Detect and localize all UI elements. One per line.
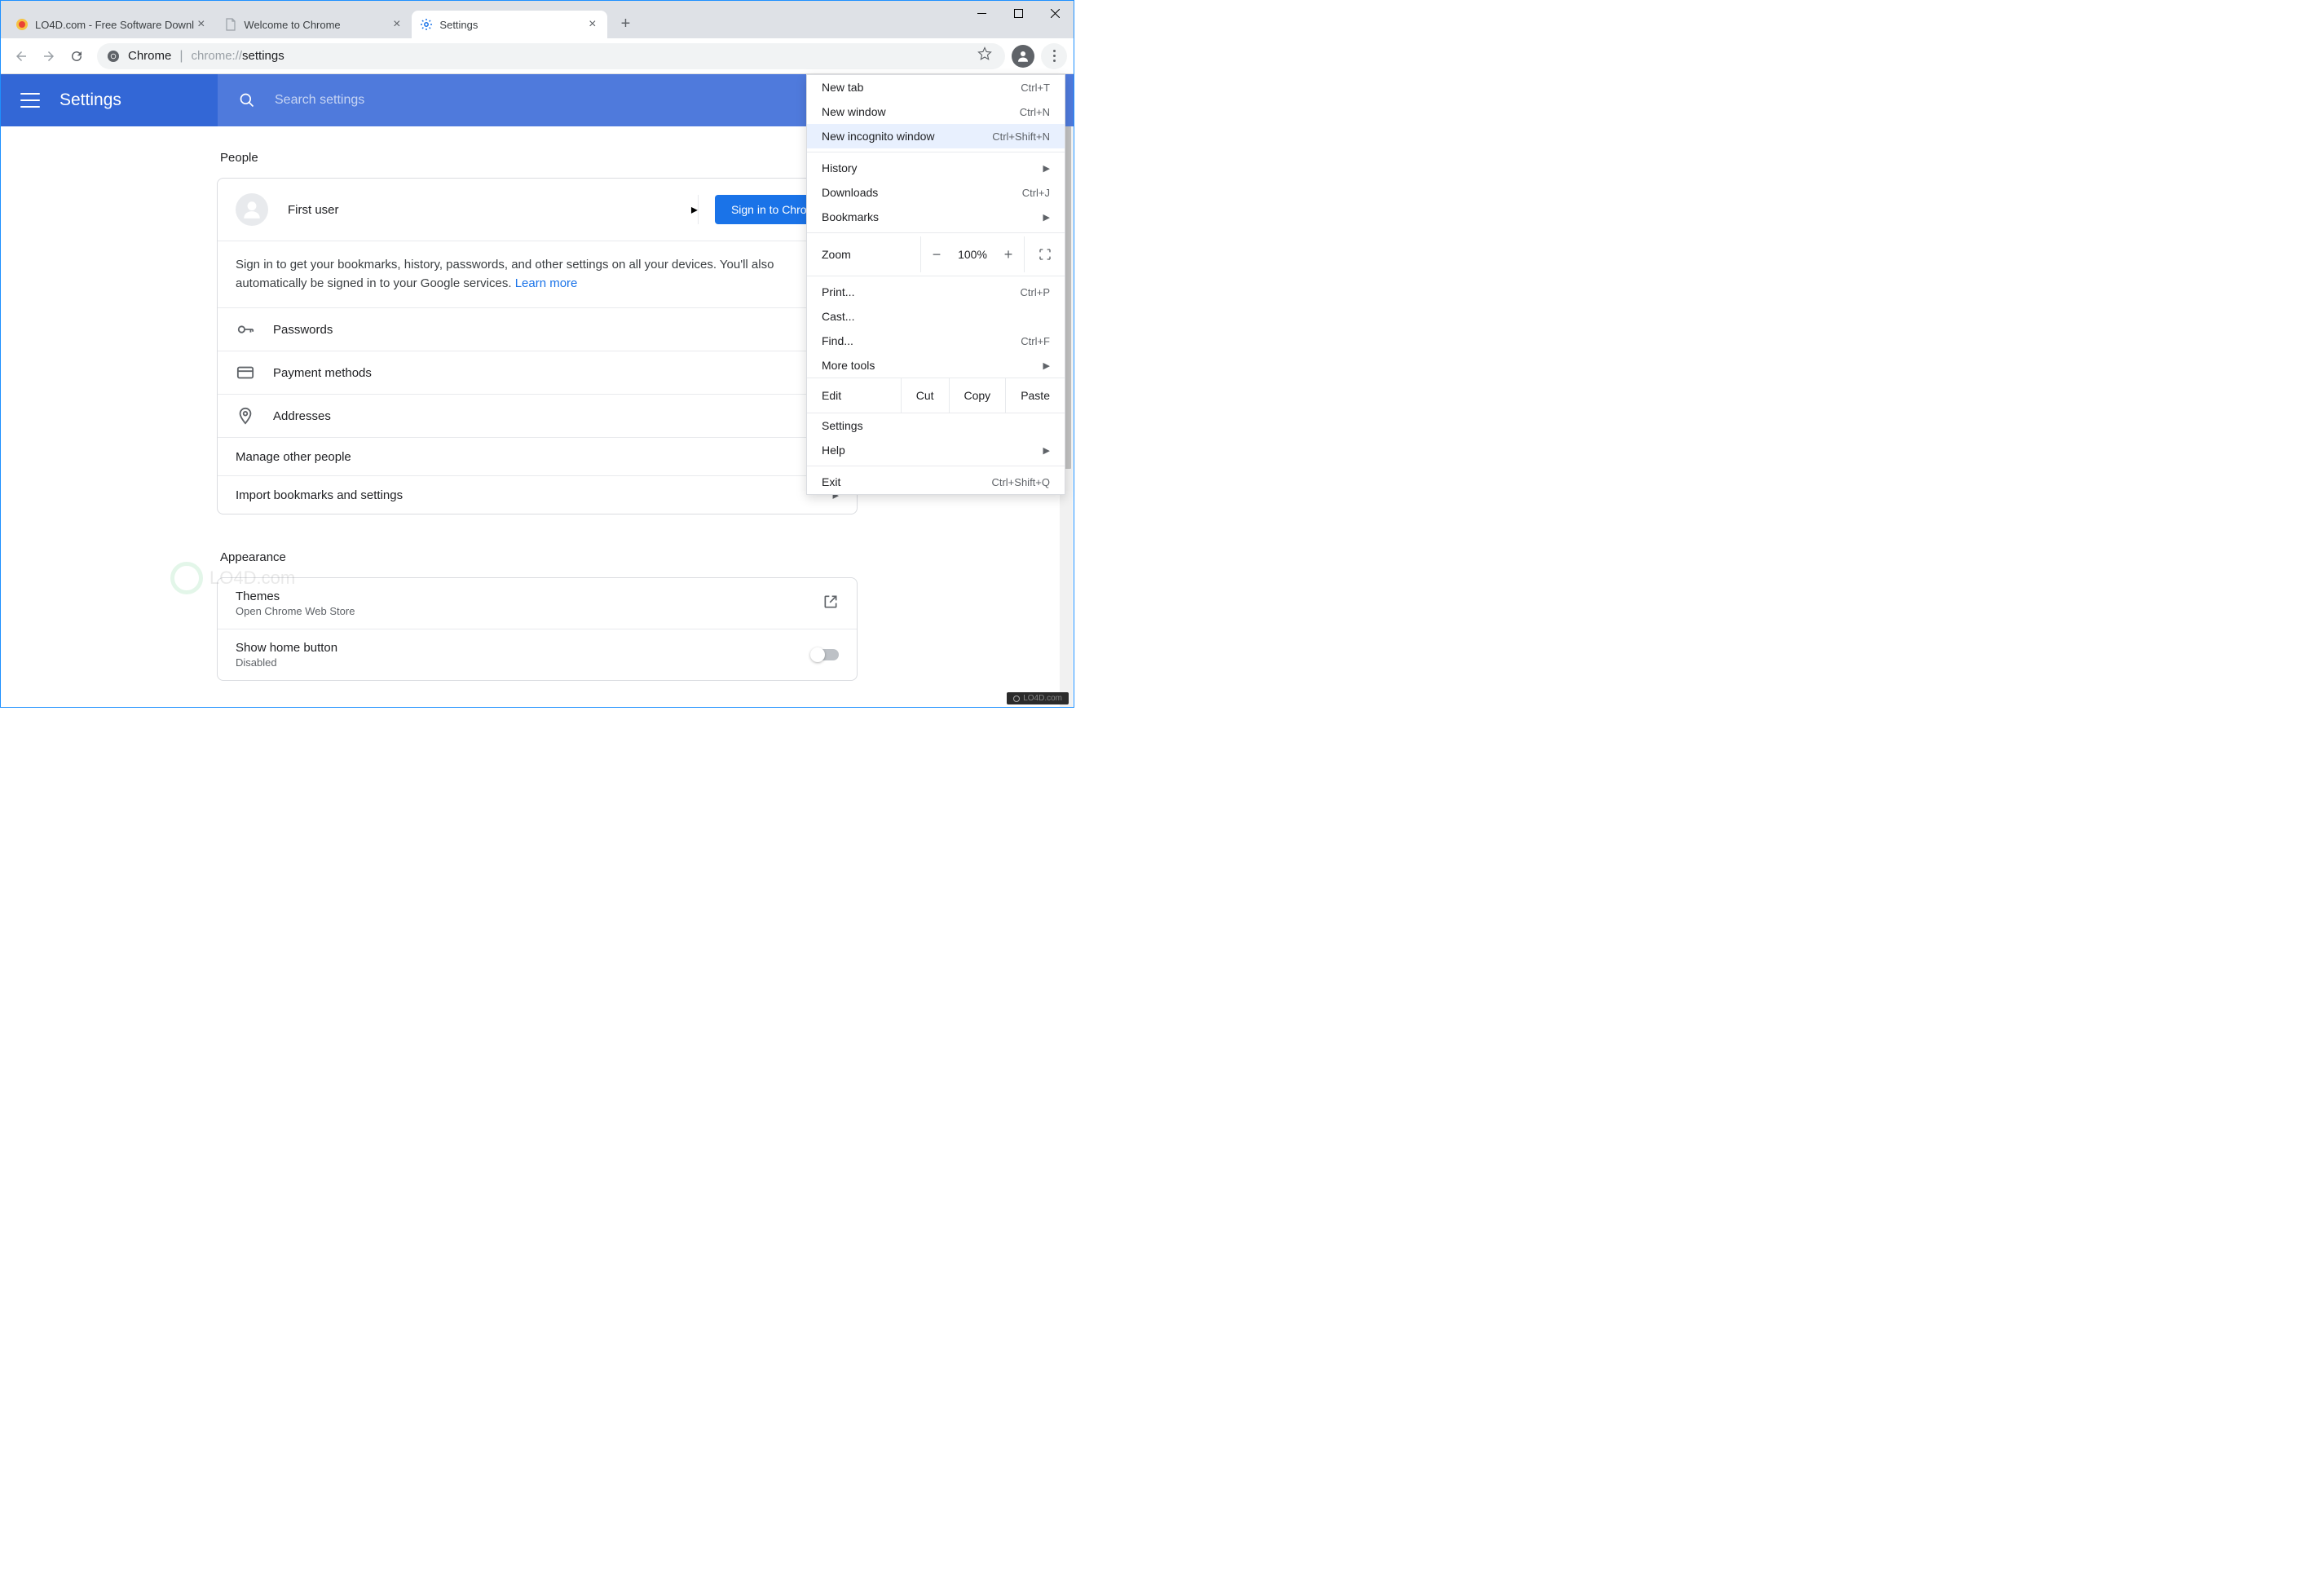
passwords-row[interactable]: Passwords ▸: [218, 307, 857, 351]
signin-description: Sign in to get your bookmarks, history, …: [218, 241, 857, 307]
avatar-icon: [236, 193, 268, 226]
lo4d-badge: LO4D.com: [1007, 692, 1069, 704]
people-card: First user ▸ Sign in to Chrome Sign in t…: [217, 178, 858, 514]
home-button-row[interactable]: Show home button Disabled: [218, 629, 857, 680]
chevron-right-icon: ▶: [1043, 445, 1050, 456]
tab-title: LO4D.com - Free Software Downl: [35, 19, 194, 31]
omnibox-separator: |: [179, 49, 183, 64]
chevron-right-icon: ▶: [1043, 360, 1050, 371]
chevron-right-icon: ▶: [1043, 212, 1050, 223]
manage-people-row[interactable]: Manage other people ▸: [218, 437, 857, 475]
browser-toolbar: Chrome | chrome://settings: [1, 38, 1074, 74]
close-window-button[interactable]: [1037, 1, 1074, 25]
tab-strip: LO4D.com - Free Software Downl × Welcome…: [1, 1, 1074, 38]
menu-help[interactable]: Help▶: [807, 438, 1065, 462]
menu-new-tab[interactable]: New tabCtrl+T: [807, 75, 1065, 99]
row-label: Manage other people: [236, 450, 832, 464]
key-icon: [236, 320, 255, 339]
document-favicon-icon: [224, 18, 237, 31]
tab-title: Settings: [439, 19, 585, 31]
new-tab-button[interactable]: +: [614, 12, 637, 35]
omnibox-url: chrome://settings: [192, 49, 284, 63]
user-name: First user: [288, 203, 691, 217]
import-bookmarks-row[interactable]: Import bookmarks and settings ▸: [218, 475, 857, 514]
learn-more-link[interactable]: Learn more: [515, 276, 578, 290]
menu-cut[interactable]: Cut: [901, 378, 949, 413]
window-controls: [964, 1, 1074, 25]
menu-copy[interactable]: Copy: [949, 378, 1006, 413]
fullscreen-button[interactable]: [1024, 236, 1065, 272]
chevron-right-icon: ▶: [1043, 163, 1050, 174]
hamburger-menu-icon[interactable]: [20, 93, 40, 108]
credit-card-icon: [236, 363, 255, 382]
menu-history[interactable]: History▶: [807, 156, 1065, 180]
tab-title: Welcome to Chrome: [244, 19, 390, 31]
chevron-right-icon: ▸: [691, 201, 698, 218]
user-row[interactable]: First user ▸ Sign in to Chrome: [218, 179, 857, 241]
search-icon: [239, 92, 255, 108]
chrome-menu-dropdown: New tabCtrl+T New windowCtrl+N New incog…: [806, 74, 1065, 495]
close-icon[interactable]: ×: [585, 17, 599, 32]
close-icon[interactable]: ×: [194, 17, 208, 32]
open-external-icon: [822, 594, 839, 613]
row-sublabel: Open Chrome Web Store: [236, 605, 822, 617]
tab-welcome[interactable]: Welcome to Chrome ×: [216, 11, 412, 38]
zoom-out-button[interactable]: −: [921, 246, 952, 263]
page-title: Settings: [60, 91, 121, 110]
themes-row[interactable]: Themes Open Chrome Web Store: [218, 578, 857, 629]
appearance-card: Themes Open Chrome Web Store Show home b…: [217, 577, 858, 681]
profile-avatar-button[interactable]: [1012, 45, 1034, 68]
close-icon[interactable]: ×: [390, 17, 404, 32]
menu-settings[interactable]: Settings: [807, 413, 1065, 438]
menu-edit-row: Edit Cut Copy Paste: [807, 378, 1065, 413]
row-label: Addresses: [273, 409, 832, 423]
gear-favicon-icon: [420, 18, 433, 31]
addresses-row[interactable]: Addresses ▸: [218, 394, 857, 437]
menu-cast[interactable]: Cast...: [807, 304, 1065, 329]
row-label: Payment methods: [273, 366, 832, 380]
menu-exit[interactable]: ExitCtrl+Shift+Q: [807, 470, 1065, 494]
maximize-button[interactable]: [1000, 1, 1037, 25]
menu-paste[interactable]: Paste: [1005, 378, 1065, 413]
address-bar[interactable]: Chrome | chrome://settings: [97, 43, 1005, 69]
zoom-in-button[interactable]: +: [993, 246, 1024, 263]
section-people-title: People: [217, 151, 858, 165]
omnibox-prefix: Chrome: [128, 49, 171, 63]
forward-button[interactable]: [35, 42, 63, 70]
menu-zoom-row: Zoom − 100% +: [807, 236, 1065, 272]
menu-print[interactable]: Print...Ctrl+P: [807, 280, 1065, 304]
menu-bookmarks[interactable]: Bookmarks▶: [807, 205, 1065, 229]
lo4d-favicon-icon: [15, 18, 29, 31]
minimize-button[interactable]: [964, 1, 1000, 25]
bookmark-star-icon[interactable]: [974, 43, 995, 68]
menu-find[interactable]: Find...Ctrl+F: [807, 329, 1065, 353]
row-sublabel: Disabled: [236, 656, 811, 669]
menu-more-tools[interactable]: More tools▶: [807, 353, 1065, 378]
location-pin-icon: [236, 406, 255, 426]
tab-lo4d[interactable]: LO4D.com - Free Software Downl ×: [7, 11, 216, 38]
toolbar-right: [1012, 43, 1067, 69]
menu-incognito[interactable]: New incognito windowCtrl+Shift+N: [807, 124, 1065, 148]
tab-settings[interactable]: Settings ×: [412, 11, 607, 38]
row-label: Show home button: [236, 641, 811, 655]
row-label: Themes: [236, 590, 822, 603]
payment-methods-row[interactable]: Payment methods ▸: [218, 351, 857, 394]
row-label: Passwords: [273, 323, 832, 337]
zoom-value: 100%: [952, 248, 993, 261]
menu-downloads[interactable]: DownloadsCtrl+J: [807, 180, 1065, 205]
back-button[interactable]: [7, 42, 35, 70]
chrome-icon: [107, 50, 120, 63]
chrome-menu-button[interactable]: [1041, 43, 1067, 69]
reload-button[interactable]: [63, 42, 90, 70]
home-button-toggle[interactable]: [811, 649, 839, 660]
row-label: Import bookmarks and settings: [236, 488, 832, 502]
section-appearance-title: Appearance: [217, 550, 858, 564]
menu-new-window[interactable]: New windowCtrl+N: [807, 99, 1065, 124]
